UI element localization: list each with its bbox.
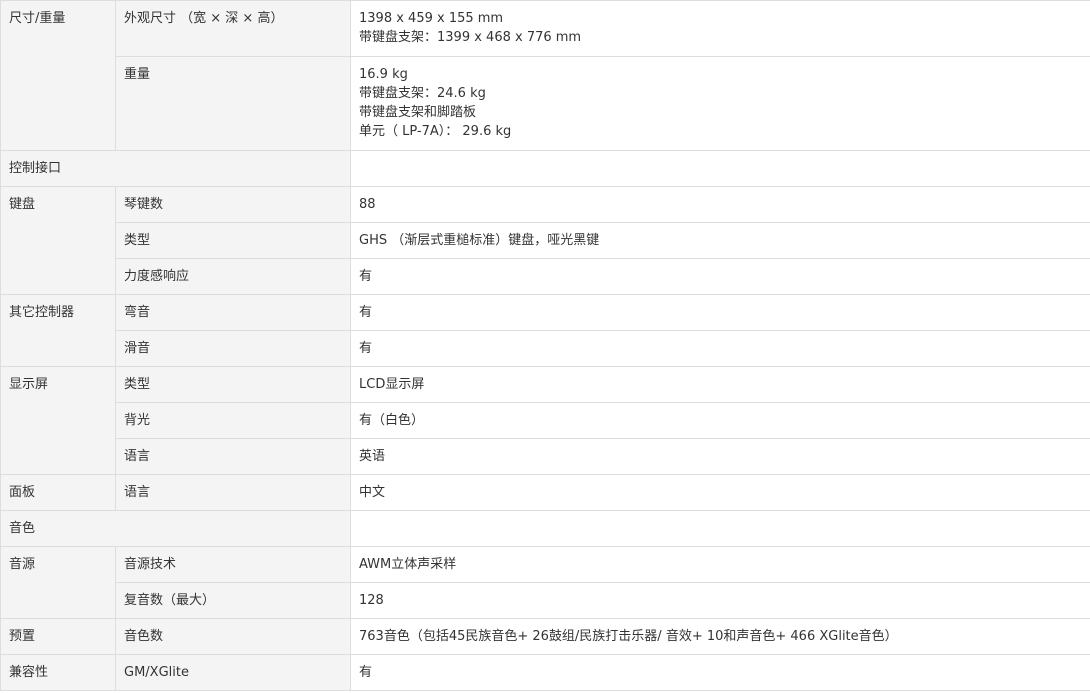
value-keys: 88 bbox=[350, 186, 1090, 223]
table-row: 面板 语言 中文 bbox=[0, 474, 1090, 511]
label-tone-tech: 音源技术 bbox=[115, 546, 351, 583]
value-gm-xglite: 有 bbox=[350, 654, 1090, 691]
category-dimensions: 尺寸/重量 bbox=[0, 0, 116, 151]
table-row: 重量 16.9 kg 带键盘支架：24.6 kg 带键盘支架和脚踏板 单元（ L… bbox=[1, 56, 1090, 151]
value-voice-count: 763音色（包括45民族音色+ 26鼓组/民族打击乐器/ 音效+ 10和声音色+… bbox=[350, 618, 1090, 655]
value-tone-tech: AWM立体声采样 bbox=[350, 546, 1090, 583]
label-panel-language: 语言 bbox=[115, 474, 351, 511]
table-row: 音色 bbox=[0, 510, 1090, 547]
table-row: 其它控制器 弯音 有 bbox=[0, 294, 1090, 367]
value-weight: 16.9 kg 带键盘支架：24.6 kg 带键盘支架和脚踏板 单元（ LP-7… bbox=[350, 56, 1090, 151]
table-row: 尺寸/重量 外观尺寸 （宽 × 深 × 高） 1398 x 459 x 155 … bbox=[0, 0, 1090, 151]
value-pitch-bend: 有 bbox=[350, 294, 1090, 331]
category-compatibility: 兼容性 bbox=[0, 654, 116, 691]
value-size: 1398 x 459 x 155 mm 带键盘支架：1399 x 468 x 7… bbox=[350, 0, 1090, 57]
category-control-interface: 控制接口 bbox=[0, 150, 351, 187]
label-gm-xglite: GM/XGlite bbox=[115, 654, 351, 691]
empty-cell bbox=[350, 510, 1090, 547]
weight-line: 16.9 kg bbox=[359, 67, 408, 82]
value-velocity: 有 bbox=[350, 258, 1090, 295]
size-line: 1398 x 459 x 155 mm bbox=[359, 11, 504, 26]
label-voice-count: 音色数 bbox=[115, 618, 351, 655]
value-portamento: 有 bbox=[350, 330, 1090, 367]
weight-line: 单元（ LP-7A）： 29.6 kg bbox=[359, 124, 512, 139]
table-row: 复音数（最大） 128 bbox=[1, 582, 1090, 619]
label-display-language: 语言 bbox=[115, 438, 351, 475]
category-presets: 预置 bbox=[0, 618, 116, 655]
category-other-controls: 其它控制器 bbox=[0, 294, 116, 367]
value-polyphony: 128 bbox=[350, 582, 1090, 619]
label-display-type: 类型 bbox=[115, 366, 351, 403]
category-tone-source: 音源 bbox=[0, 546, 116, 619]
table-row: 显示屏 类型 LCD显示屏 bbox=[0, 366, 1090, 475]
label-pitch-bend: 弯音 bbox=[115, 294, 351, 331]
table-row: 力度感响应 有 bbox=[1, 258, 1090, 295]
empty-cell bbox=[350, 150, 1090, 187]
weight-line: 带键盘支架和脚踏板 bbox=[359, 105, 477, 120]
table-row: 键盘 琴键数 88 bbox=[0, 186, 1090, 295]
label-portamento: 滑音 bbox=[115, 330, 351, 367]
category-voices: 音色 bbox=[0, 510, 351, 547]
category-keyboard: 键盘 bbox=[0, 186, 116, 295]
table-row: 控制接口 bbox=[0, 150, 1090, 187]
label-backlight: 背光 bbox=[115, 402, 351, 439]
value-keyboard-type: GHS （渐层式重槌标准）键盘，哑光黑键 bbox=[350, 222, 1090, 259]
label-keyboard-type: 类型 bbox=[115, 222, 351, 259]
table-row: 滑音 有 bbox=[1, 330, 1090, 367]
weight-line: 带键盘支架：24.6 kg bbox=[359, 86, 486, 101]
table-row: 音源 音源技术 AWM立体声采样 bbox=[0, 546, 1090, 619]
table-row: 语言 英语 bbox=[1, 438, 1090, 475]
label-keys: 琴键数 bbox=[115, 186, 351, 223]
table-row: 预置 音色数 763音色（包括45民族音色+ 26鼓组/民族打击乐器/ 音效+ … bbox=[0, 618, 1090, 655]
size-line: 带键盘支架：1399 x 468 x 776 mm bbox=[359, 30, 582, 45]
table-row: 类型 GHS （渐层式重槌标准）键盘，哑光黑键 bbox=[1, 222, 1090, 259]
value-display-language: 英语 bbox=[350, 438, 1090, 475]
table-row: 背光 有（白色） bbox=[1, 402, 1090, 439]
value-display-type: LCD显示屏 bbox=[350, 366, 1090, 403]
value-panel-language: 中文 bbox=[350, 474, 1090, 511]
spec-table: 尺寸/重量 外观尺寸 （宽 × 深 × 高） 1398 x 459 x 155 … bbox=[0, 0, 1090, 691]
value-backlight: 有（白色） bbox=[350, 402, 1090, 439]
label-size: 外观尺寸 （宽 × 深 × 高） bbox=[115, 0, 351, 57]
category-display: 显示屏 bbox=[0, 366, 116, 475]
label-velocity: 力度感响应 bbox=[115, 258, 351, 295]
category-panel: 面板 bbox=[0, 474, 116, 511]
label-weight: 重量 bbox=[115, 56, 351, 151]
label-polyphony: 复音数（最大） bbox=[115, 582, 351, 619]
table-row: 兼容性 GM/XGlite 有 bbox=[0, 654, 1090, 691]
